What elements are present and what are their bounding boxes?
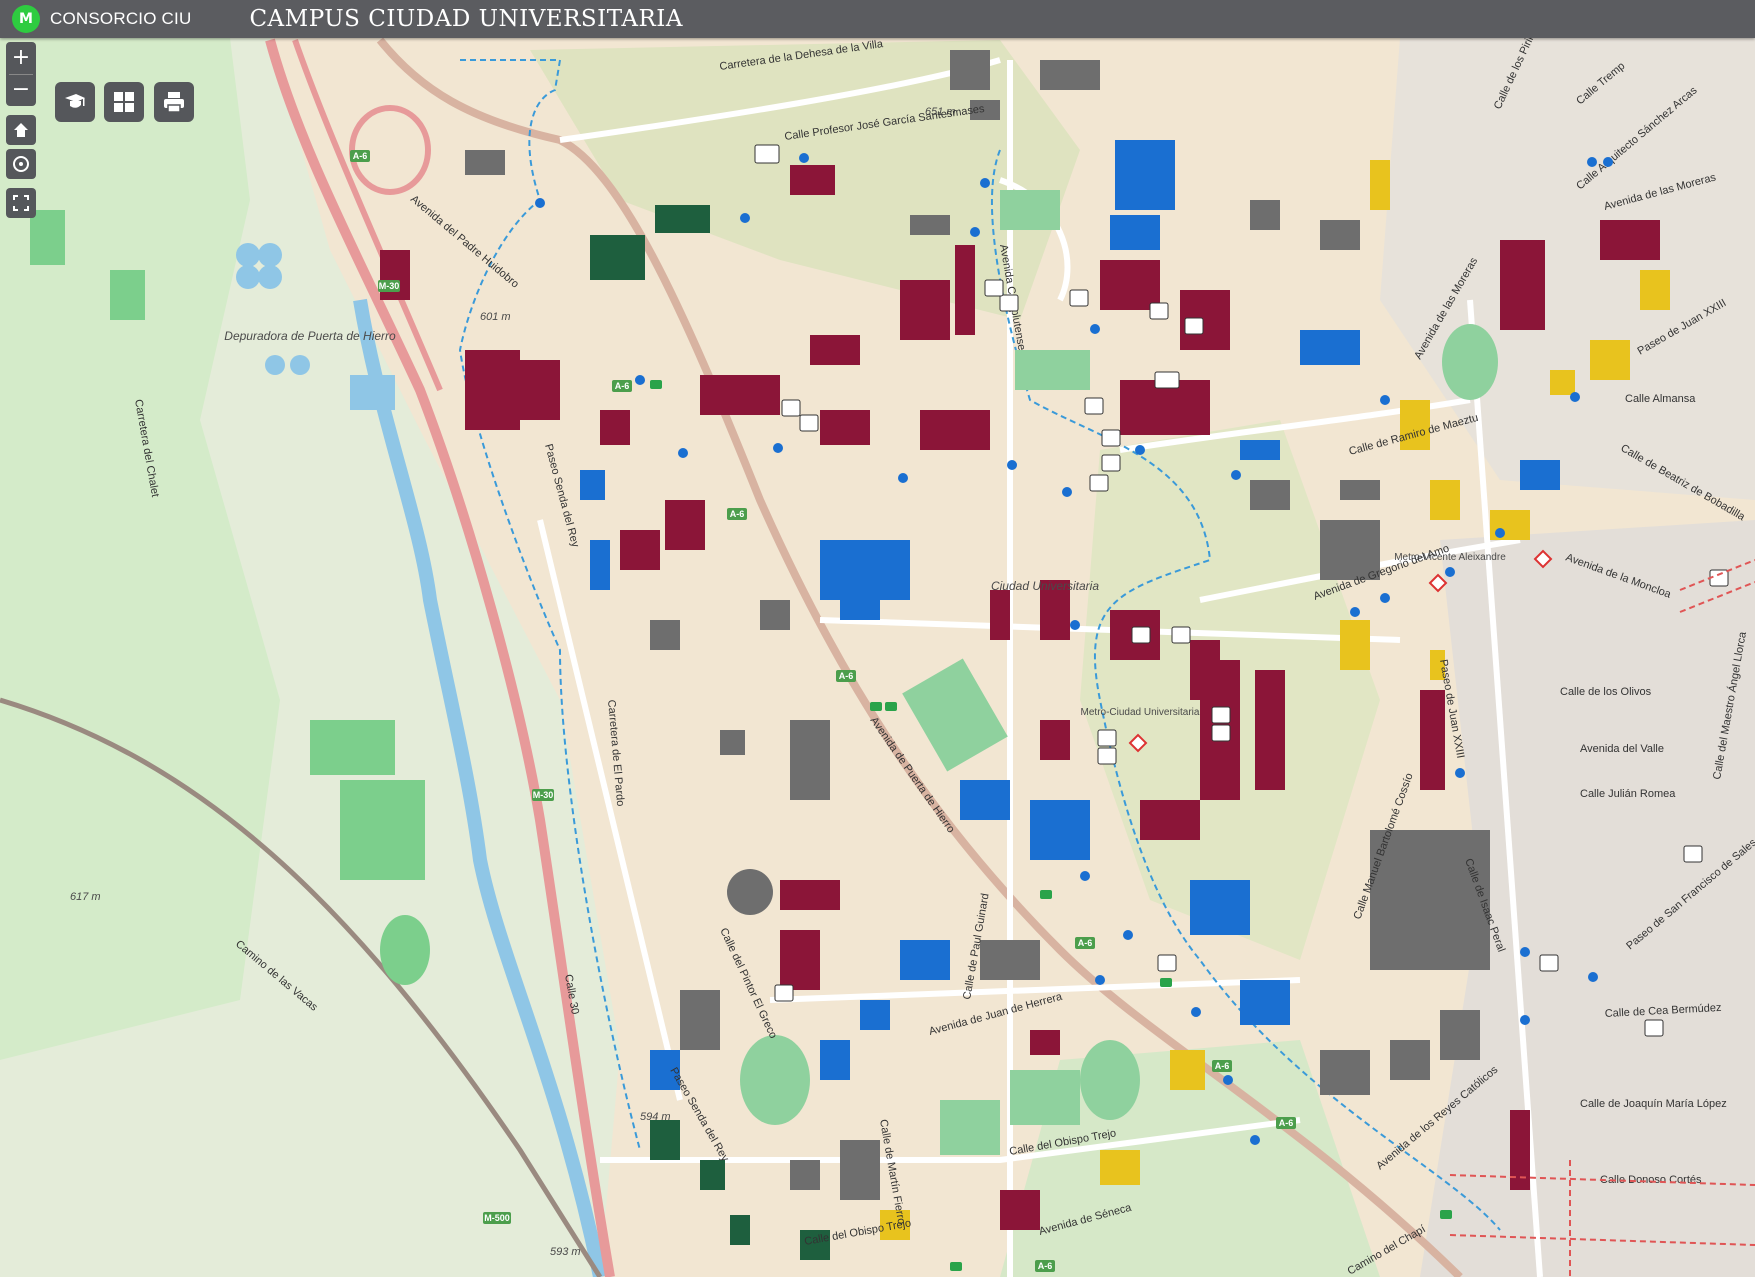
shield-m30-2: M-30 (533, 790, 554, 800)
shield-a6-7: A-6 (1279, 1118, 1294, 1128)
campus-map[interactable]: Depuradora de Puerta de Hierro Ciudad Un… (0, 38, 1755, 1277)
mortarboard-icon (65, 94, 85, 108)
pond-1 (236, 243, 260, 267)
print-button[interactable] (154, 82, 194, 122)
pond-2 (258, 243, 282, 267)
road-label-joaquin: Calle de Joaquín María López (1580, 1098, 1727, 1110)
zoom-in-button[interactable]: + (6, 43, 36, 74)
pond-3 (236, 265, 260, 289)
consorcio-logo-icon[interactable]: M (12, 5, 40, 33)
shield-a6-5: A-6 (1078, 938, 1093, 948)
locate-button[interactable] (6, 149, 36, 179)
shield-a6-1: A-6 (353, 151, 368, 161)
home-icon (14, 123, 28, 137)
shield-a6-3: A-6 (730, 509, 745, 519)
zoom-control: + − (6, 42, 36, 106)
page-title: CAMPUS CIUDAD UNIVERSITARIA (249, 6, 683, 32)
pool (350, 375, 395, 410)
top-bar: M CONSORCIO CIU CAMPUS CIUDAD UNIVERSITA… (0, 0, 1755, 38)
elevation-2: 601 m (480, 311, 511, 323)
zoom-out-button[interactable]: − (6, 75, 36, 106)
printer-icon (164, 92, 184, 113)
road-label-almansa: Calle Almansa (1625, 393, 1696, 405)
home-button[interactable] (6, 115, 36, 145)
fullscreen-icon (13, 195, 29, 211)
elevation-5: 593 m (550, 1246, 581, 1258)
road-label-valle: Avenida del Valle (1580, 743, 1664, 755)
basemap-button[interactable] (55, 82, 95, 122)
elevation-3: 617 m (70, 891, 101, 903)
shield-a6-6: A-6 (1215, 1061, 1230, 1071)
label-ciudad-universitaria: Ciudad Universitaria (991, 579, 1099, 593)
shield-a6-2: A-6 (615, 381, 630, 391)
crosshair-icon (13, 156, 29, 172)
label-depuradora: Depuradora de Puerta de Hierro (224, 329, 396, 343)
pond-5 (265, 355, 285, 375)
label-metro-cu: Metro-Ciudad Universitaria (1081, 707, 1200, 718)
pond-4 (258, 265, 282, 289)
fullscreen-button[interactable] (6, 188, 36, 218)
road-label-julian-romea: Calle Julián Romea (1580, 788, 1676, 800)
layers-button[interactable] (104, 82, 144, 122)
brand-name: CONSORCIO CIU (50, 9, 192, 28)
pond-6 (290, 355, 310, 375)
grid-icon (114, 92, 134, 112)
shield-m500: M-500 (484, 1213, 510, 1223)
shield-a6-8: A-6 (1038, 1261, 1053, 1271)
road-label-olivos: Calle de los Olivos (1560, 686, 1652, 698)
shield-m30-1: M-30 (379, 281, 400, 291)
shield-a6-4: A-6 (839, 671, 854, 681)
elevation-4: 594 m (640, 1111, 671, 1123)
